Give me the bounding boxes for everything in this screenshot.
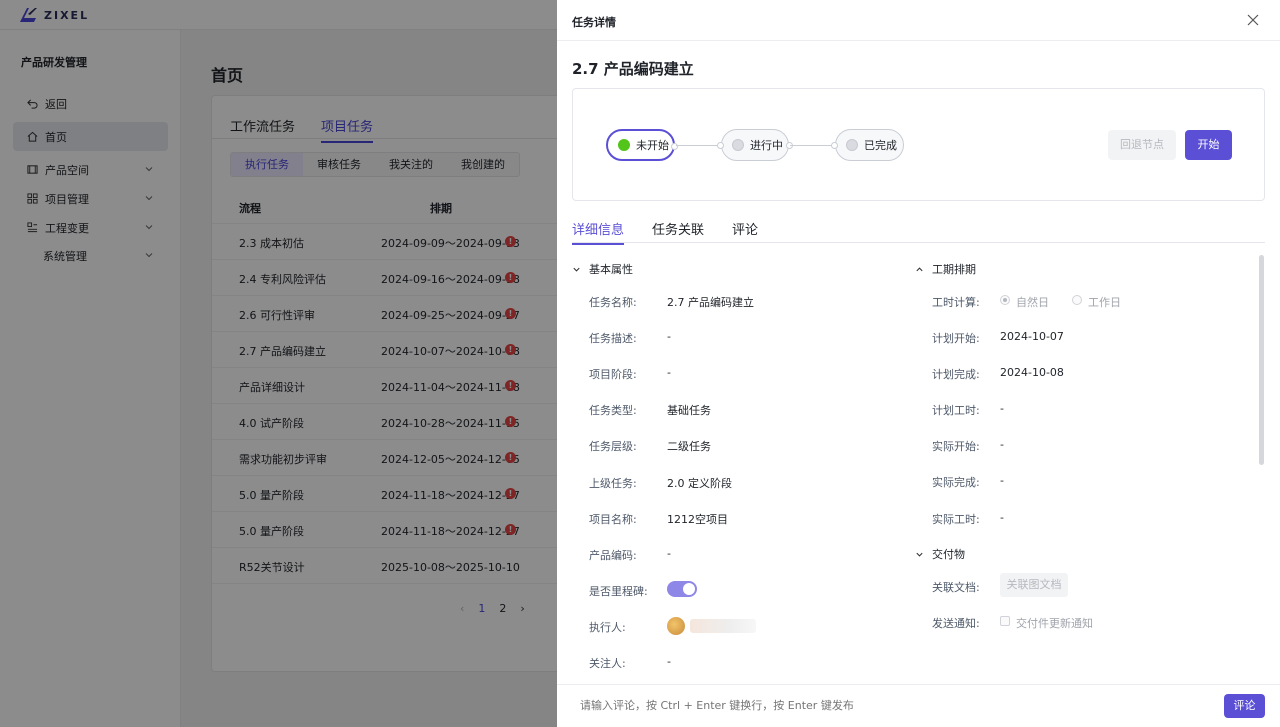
comment-submit-button[interactable]: 评论 xyxy=(1224,694,1265,718)
radio-label: 自然日 xyxy=(1016,296,1049,309)
field-value: - xyxy=(667,546,671,560)
drawer-header: 任务详情 xyxy=(557,0,1280,41)
field-value: - xyxy=(1000,474,1004,488)
link-document-button[interactable]: 关联图文档 xyxy=(1000,573,1068,597)
section-title: 基本属性 xyxy=(589,263,633,276)
section-schedule[interactable]: 工期排期 xyxy=(915,261,976,277)
status-node-done[interactable]: 已完成 xyxy=(831,129,904,161)
status-node-label: 未开始 xyxy=(636,139,669,152)
comment-input[interactable] xyxy=(580,699,1180,712)
field-value: - xyxy=(1000,438,1004,452)
section-title: 工期排期 xyxy=(932,263,976,276)
field-value: 基础任务 xyxy=(667,404,711,418)
status-dot xyxy=(732,139,744,151)
status-node-in-progress[interactable]: 进行中 xyxy=(717,129,793,161)
close-icon[interactable] xyxy=(1246,13,1260,27)
status-node-not-started[interactable]: 未开始 xyxy=(606,129,678,161)
drawer-title: 任务详情 xyxy=(572,16,616,29)
chevron-down-icon xyxy=(916,552,923,557)
task-title: 2.7 产品编码建立 xyxy=(572,60,694,78)
section-deliverables[interactable]: 交付物 xyxy=(915,546,965,562)
comment-footer: 评论 xyxy=(557,684,1280,727)
field-label: 项目名称: xyxy=(589,512,637,526)
status-dot xyxy=(846,139,858,151)
field-label: 产品编码: xyxy=(589,548,637,562)
scrollbar[interactable] xyxy=(1259,255,1264,465)
field-label: 关注人: xyxy=(589,657,626,670)
field-value: 1212空项目 xyxy=(667,512,728,526)
field-label: 实际完成: xyxy=(932,476,980,490)
field-value: - xyxy=(667,366,671,380)
chevron-up-icon xyxy=(916,266,923,271)
revert-node-button[interactable]: 回退节点 xyxy=(1108,130,1176,160)
section-title: 交付物 xyxy=(932,548,965,561)
field-value: - xyxy=(667,655,671,668)
field-label: 执行人: xyxy=(589,620,626,634)
milestone-toggle[interactable] xyxy=(667,581,697,597)
section-basic-attributes[interactable]: 基本属性 xyxy=(572,261,633,277)
start-button[interactable]: 开始 xyxy=(1185,130,1232,160)
field-value: - xyxy=(667,330,671,344)
field-label: 实际工时: xyxy=(932,512,980,526)
field-label: 关联文档: xyxy=(932,581,980,594)
chevron-down-icon xyxy=(573,267,580,272)
field-label: 实际开始: xyxy=(932,440,980,454)
field-label: 工时计算: xyxy=(932,296,980,309)
avatar xyxy=(667,617,685,635)
status-node-label: 已完成 xyxy=(864,139,897,152)
field-label: 计划开始: xyxy=(932,332,980,345)
field-value: 二级任务 xyxy=(667,440,711,454)
field-label: 任务层级: xyxy=(589,440,637,454)
field-value: 2.0 定义阶段 xyxy=(667,476,732,490)
divider xyxy=(572,242,1265,243)
status-dot xyxy=(618,139,630,151)
field-label: 项目阶段: xyxy=(589,368,637,382)
connector-pin xyxy=(717,142,724,149)
field-label: 发送通知: xyxy=(932,617,980,630)
status-connector xyxy=(790,145,835,146)
field-value: - xyxy=(1000,510,1004,524)
status-connector xyxy=(676,145,720,146)
status-flow: 未开始 进行中 已完成 回退节点 开始 xyxy=(572,88,1265,201)
assignee-name-redacted xyxy=(690,619,756,633)
connector-pin xyxy=(831,142,838,149)
radio-work-day[interactable] xyxy=(1072,295,1082,305)
field-label: 任务名称: xyxy=(589,296,637,309)
radio-label: 工作日 xyxy=(1088,296,1121,309)
radio-natural-day[interactable] xyxy=(1000,295,1010,305)
field-value: 2024-10-08 xyxy=(1000,366,1064,380)
checkbox-label: 交付件更新通知 xyxy=(1016,617,1093,630)
field-label: 上级任务: xyxy=(589,476,637,490)
field-value: - xyxy=(1000,402,1004,416)
notify-checkbox[interactable] xyxy=(1000,616,1010,626)
field-value: 2024-10-07 xyxy=(1000,330,1064,343)
field-label: 任务描述: xyxy=(589,332,637,346)
field-label: 是否里程碑: xyxy=(589,584,648,598)
field-label: 任务类型: xyxy=(589,404,637,418)
modal-overlay[interactable] xyxy=(0,0,557,727)
field-value: 2.7 产品编码建立 xyxy=(667,296,754,309)
field-label: 计划工时: xyxy=(932,404,980,418)
task-detail-drawer: 任务详情 2.7 产品编码建立 未开始 进行中 已完成 回退节点 开始 详细信息… xyxy=(557,0,1280,727)
field-label: 计划完成: xyxy=(932,368,980,382)
status-node-label: 进行中 xyxy=(750,139,783,152)
